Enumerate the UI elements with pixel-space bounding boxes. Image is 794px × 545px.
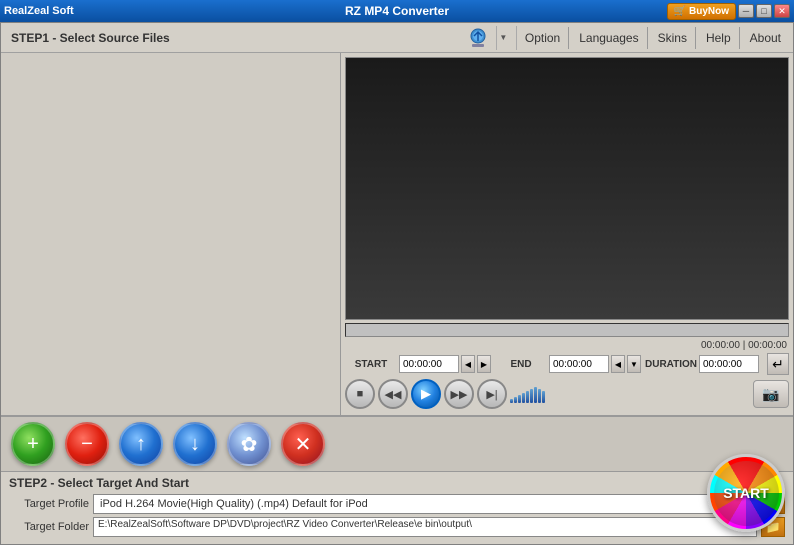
action-buttons-row: + − ↑ ↓ ✿ ✕ [1,416,793,471]
start-timecode-group: START ◀ ▶ [345,355,491,373]
screenshot-button[interactable]: 📷 [753,380,789,408]
vol-bar-5 [526,391,529,403]
minimize-button[interactable]: ─ [738,4,754,18]
duration-timecode-group: DURATION [645,355,759,373]
remove-icon: − [81,433,93,456]
file-list-inner [1,53,340,415]
fastfwd-button[interactable]: ▶▶ [444,379,474,409]
vol-bar-1 [510,399,513,403]
start-timecode-input[interactable] [399,355,459,373]
target-profile-select[interactable]: iPod H.264 Movie(High Quality) (.mp4) De… [93,494,757,514]
vol-bar-7 [534,387,537,403]
end-timecode-input[interactable] [549,355,609,373]
end-prev-btn[interactable]: ◀ [611,355,625,373]
video-preview-inner [346,58,788,319]
move-up-button[interactable]: ↑ [119,422,163,466]
menu-help[interactable]: Help [698,27,740,49]
video-preview [345,57,789,320]
step1-text: STEP1 - Select Source Files [11,31,170,45]
target-folder-label: Target Folder [9,521,89,533]
time-text: 00:00:00 | 00:00:00 [701,340,787,351]
settings-button[interactable]: ✿ [227,422,271,466]
start-prev-btn[interactable]: ◀ [461,355,475,373]
menu-nav: Option Languages Skins Help About [517,27,793,49]
title-bar-left: RealZeal Soft [4,5,74,17]
time-display: 00:00:00 | 00:00:00 [345,340,789,351]
vol-bar-9 [542,391,545,403]
buynow-button[interactable]: 🛒 BuyNow [667,3,736,20]
target-profile-label: Target Profile [9,498,89,510]
target-folder-row: Target Folder E:\RealZealSoft\Software D… [9,517,785,537]
title-bar: RealZeal Soft RZ MP4 Converter 🛒 BuyNow … [0,0,794,22]
title-bar-right: 🛒 BuyNow ─ □ ✕ [667,3,790,20]
main-window: STEP1 - Select Source Files ▼ Option Lan… [0,22,794,545]
maximize-button[interactable]: □ [756,4,772,18]
toolbar-icons: ▼ [458,26,517,50]
settings-icon: ✿ [241,432,258,457]
seek-bar[interactable] [345,323,789,337]
duration-label: DURATION [645,359,697,370]
file-list-panel [1,53,341,415]
timecode-row: START ◀ ▶ END ◀ ▼ DURATION ↵ [345,353,789,375]
target-profile-row: Target Profile iPod H.264 Movie(High Qua… [9,494,785,514]
menu-skins[interactable]: Skins [650,27,696,49]
end-timecode-group: END ◀ ▼ [495,355,641,373]
content-area: 00:00:00 | 00:00:00 START ◀ ▶ END ◀ ▼ DU… [1,53,793,415]
volume-bars [510,385,545,403]
start-button[interactable]: START [707,454,785,532]
clear-button[interactable]: ✕ [281,422,325,466]
vol-bar-4 [522,393,525,403]
vol-bar-6 [530,389,533,403]
buynow-label: BuyNow [689,6,729,17]
timecode-enter-btn[interactable]: ↵ [767,353,789,375]
stop-button[interactable]: ■ [345,379,375,409]
playback-controls: ■ ◀◀ ▶ ▶▶ ▶| [345,379,789,409]
end-next-btn[interactable]: ▼ [627,355,641,373]
vol-bar-2 [514,397,517,403]
add-files-icon[interactable] [464,26,492,50]
play-button[interactable]: ▶ [411,379,441,409]
step2-area: STEP2 - Select Target And Start Target P… [1,471,793,544]
vol-bar-8 [538,389,541,403]
target-folder-path: E:\RealZealSoft\Software DP\DVD\project\… [93,517,757,537]
start-label: START [345,359,397,370]
move-down-button[interactable]: ↓ [173,422,217,466]
stepfwd-button[interactable]: ▶| [477,379,507,409]
preview-panel: 00:00:00 | 00:00:00 START ◀ ▶ END ◀ ▼ DU… [341,53,793,415]
duration-timecode-input[interactable] [699,355,759,373]
remove-button[interactable]: − [65,422,109,466]
down-icon: ↓ [190,433,200,456]
menu-row: STEP1 - Select Source Files ▼ Option Lan… [1,23,793,53]
clear-icon: ✕ [295,432,312,457]
start-button-area: START [707,454,787,534]
bottom-section: STEP2 - Select Target And Start Target P… [1,471,793,544]
vendor-name: RealZeal Soft [4,5,74,17]
close-button[interactable]: ✕ [774,4,790,18]
menu-about[interactable]: About [742,27,789,49]
start-label: START [723,485,769,501]
menu-option[interactable]: Option [517,27,569,49]
step2-title: STEP2 - Select Target And Start [9,476,785,490]
add-files-dropdown[interactable]: ▼ [496,26,510,50]
add-icon: + [27,433,39,456]
rewind-button[interactable]: ◀◀ [378,379,408,409]
step1-label: STEP1 - Select Source Files [1,31,458,45]
up-icon: ↑ [136,433,146,456]
menu-languages[interactable]: Languages [571,27,647,49]
cart-icon: 🛒 [674,6,686,17]
end-label: END [495,359,547,370]
ctrl-btns: ■ ◀◀ ▶ ▶▶ ▶| [345,379,545,409]
start-next-btn[interactable]: ▶ [477,355,491,373]
add-button[interactable]: + [11,422,55,466]
app-title: RZ MP4 Converter [345,4,449,18]
vol-bar-3 [518,395,521,403]
